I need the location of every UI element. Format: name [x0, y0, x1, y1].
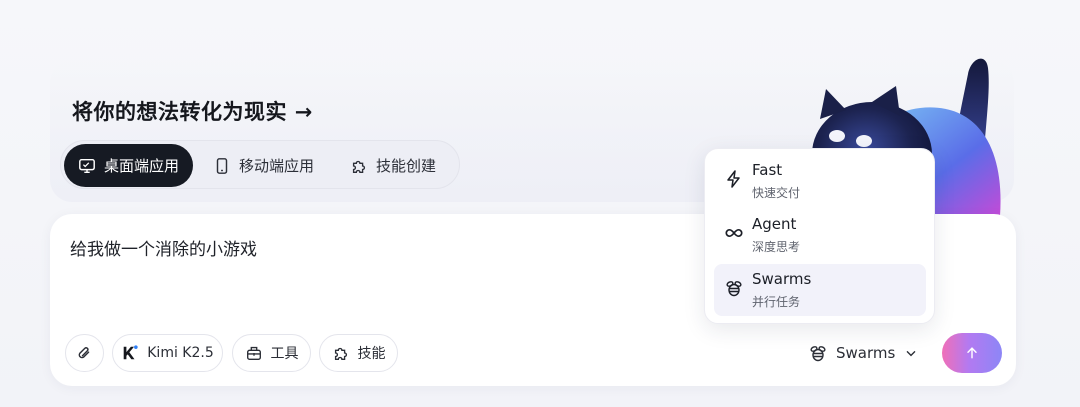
kimi-logo-icon: [123, 345, 138, 360]
bee-icon: [810, 346, 826, 362]
mode-menu: Fast 快速交付 Agent 深度思考 Swarms 并行任务: [704, 148, 935, 324]
mode-option-agent-title: Agent: [752, 215, 797, 233]
page: 将你的想法转化为现实 → 桌面端应用 移动端应用 技能创建 给我做一个消除的小游…: [0, 0, 1080, 407]
mode-select-label: Swarms: [836, 344, 896, 362]
puzzle-icon: [334, 347, 347, 360]
puzzle-icon: [352, 160, 366, 173]
mode-tabs: 桌面端应用 移动端应用 技能创建: [60, 140, 460, 189]
mode-option-agent[interactable]: Agent 深度思考: [714, 209, 926, 261]
paperclip-icon: [78, 347, 89, 359]
monitor-icon: [79, 158, 95, 173]
attach-button[interactable]: [65, 334, 104, 372]
mode-option-fast-title: Fast: [752, 161, 783, 179]
model-chip-label: Kimi K2.5: [147, 345, 214, 361]
prompt-input[interactable]: 给我做一个消除的小游戏: [70, 235, 257, 260]
skills-label: 技能: [357, 346, 386, 362]
phone-icon: [216, 157, 228, 174]
tab-skill-create[interactable]: 技能创建: [336, 144, 450, 187]
tools-label: 工具: [270, 346, 299, 362]
skills-button[interactable]: 技能: [319, 334, 398, 372]
lightning-icon: [727, 170, 740, 188]
tools-button[interactable]: 工具: [232, 334, 311, 372]
mode-option-fast-subtitle: 快速交付: [752, 186, 801, 200]
tab-mobile-app[interactable]: 移动端应用: [199, 144, 328, 187]
mode-option-swarms-title: Swarms: [752, 270, 812, 288]
bee-icon: [726, 281, 742, 297]
tab-mobile-app-label: 移动端应用: [239, 157, 315, 175]
mode-option-agent-subtitle: 深度思考: [752, 240, 801, 254]
tab-desktop-app[interactable]: 桌面端应用: [64, 144, 194, 187]
arrow-up-icon: [967, 347, 977, 359]
chevron-down-icon: [906, 350, 916, 357]
mode-option-swarms[interactable]: Swarms 并行任务: [714, 264, 926, 316]
mode-option-fast[interactable]: Fast 快速交付: [714, 155, 926, 207]
mode-select[interactable]: Swarms: [808, 338, 919, 368]
send-button[interactable]: [942, 333, 1002, 373]
page-headline[interactable]: 将你的想法转化为现实 →: [72, 96, 313, 126]
tab-desktop-app-label: 桌面端应用: [104, 157, 180, 175]
tab-skill-create-label: 技能创建: [376, 157, 437, 175]
model-chip[interactable]: Kimi K2.5: [112, 334, 223, 372]
mode-option-swarms-subtitle: 并行任务: [752, 295, 801, 309]
infinity-icon: [725, 228, 743, 238]
toolbox-icon: [246, 346, 261, 360]
